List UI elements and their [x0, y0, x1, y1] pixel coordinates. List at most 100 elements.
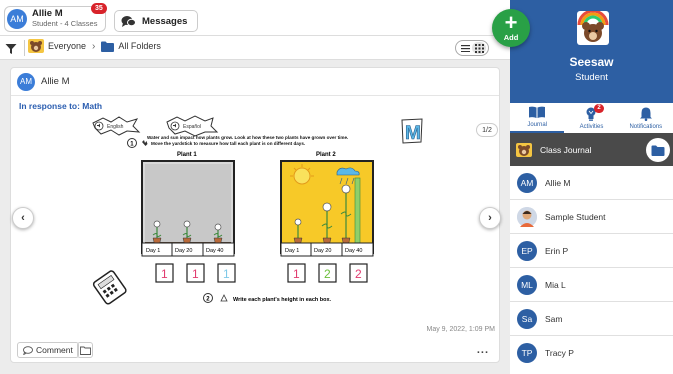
breadcrumb-separator: ›	[92, 40, 96, 52]
divider	[24, 40, 25, 56]
activities-badge: 2	[594, 104, 604, 113]
app-name: Seesaw	[569, 55, 614, 69]
plus-icon: +	[504, 10, 518, 35]
prev-page-button[interactable]: ‹	[12, 207, 34, 229]
sidebar: Seesaw Student Journal Activities 2 Noti…	[510, 0, 673, 374]
plant1-answer3: 1	[223, 267, 230, 281]
english-label: English	[107, 124, 124, 130]
add-button[interactable]: + Add	[492, 9, 530, 47]
messages-button[interactable]: Messages	[114, 10, 199, 32]
plant2-answer2: 2	[324, 267, 331, 281]
hand-icon	[142, 140, 148, 146]
class-selector[interactable]: Class Journal	[510, 133, 673, 166]
student-avatar: Sa	[517, 308, 537, 329]
plant2-answer1: 1	[293, 267, 300, 281]
student-row[interactable]: EP Erin P	[510, 234, 673, 268]
more-options-button[interactable]: ...	[477, 344, 489, 356]
rainbow-bear-logo	[577, 11, 609, 45]
student-row[interactable]: Sample Student	[510, 200, 673, 234]
list-view-icon[interactable]	[458, 42, 472, 54]
post-image[interactable]: English Español M 1 Water and sun impact…	[15, 114, 497, 324]
plant1-answer-boxes: 1 1 1	[155, 263, 236, 283]
comment-button[interactable]: Comment	[17, 342, 79, 358]
instruction-line1: Water and sun impact how plants grow. Lo…	[147, 135, 348, 140]
breadcrumb-all-folders[interactable]: All Folders	[118, 41, 161, 51]
plant2-answer-boxes: 1 2 2	[287, 263, 368, 283]
student-row[interactable]: Sa Sam	[510, 302, 673, 336]
filter-bar: Everyone › All Folders	[0, 36, 510, 60]
bell-icon	[639, 107, 652, 121]
plant1-day20: Day 20	[175, 248, 192, 254]
plant1-day1: Day 1	[146, 248, 160, 254]
calculator-icon	[92, 270, 127, 305]
post-author[interactable]: Allie M	[41, 76, 70, 87]
messages-label: Messages	[142, 15, 188, 27]
student-name: Tracy P	[545, 348, 574, 358]
view-toggle[interactable]	[455, 40, 489, 56]
class-folder-button[interactable]	[646, 138, 670, 162]
filter-icon[interactable]	[5, 42, 17, 60]
tab-activities[interactable]: Activities 2	[564, 103, 618, 133]
plant1-panel: Day 1 Day 20 Day 40	[141, 160, 235, 257]
class-name: Class Journal	[540, 144, 592, 155]
post-header: AM Allie M	[11, 68, 499, 96]
instruction-line2: Move the yardstick to measure how tall e…	[151, 141, 305, 146]
user-switcher[interactable]: AM Allie M Student - 4 Classes 35	[4, 3, 107, 32]
student-row[interactable]: TP Tracy P	[510, 336, 673, 370]
sidebar-header: Seesaw Student	[510, 0, 673, 103]
user-subtitle: Student - 4 Classes	[32, 19, 98, 28]
book-icon	[529, 105, 546, 119]
student-row[interactable]: ML Mia L	[510, 268, 673, 302]
top-bar: AM Allie M Student - 4 Classes 35 Messag…	[0, 0, 510, 36]
student-photo-avatar	[517, 206, 537, 227]
tab-journal-label: Journal	[527, 122, 547, 128]
plant2-panel: Day 1 Day 20 Day 40	[280, 160, 374, 257]
add-to-folder-button[interactable]	[77, 342, 93, 358]
grid-view-icon[interactable]	[472, 42, 486, 54]
plant1-answer2: 1	[192, 267, 199, 281]
sidebar-nav: Journal Activities 2 Notifications	[510, 103, 673, 133]
plant2-title: Plant 2	[316, 152, 336, 158]
in-response-link[interactable]: In response to: Math	[19, 101, 102, 111]
tab-notifications[interactable]: Notifications	[619, 103, 673, 133]
plant2-day1: Day 1	[285, 248, 299, 254]
student-name: Erin P	[545, 245, 569, 256]
instruction2: Write each plant's height in each box.	[233, 297, 332, 303]
rainbow-bear-icon	[28, 39, 44, 53]
plant2-answer3: 2	[355, 267, 362, 281]
pencil-icon	[220, 294, 228, 302]
tab-journal[interactable]: Journal	[510, 103, 565, 133]
user-name: Allie M	[32, 8, 63, 19]
class-rainbow-icon	[516, 142, 532, 157]
breadcrumb-everyone[interactable]: Everyone	[48, 41, 86, 51]
student-name: Mia L	[545, 279, 566, 290]
student-name: Allie M	[545, 177, 571, 188]
post-author-avatar[interactable]: AM	[17, 72, 35, 91]
english-audio-button[interactable]: English	[92, 116, 141, 136]
user-role: Student	[575, 72, 608, 83]
chat-bubbles-icon	[121, 15, 136, 28]
student-avatar: EP	[517, 240, 537, 261]
plant1-title: Plant 1	[177, 152, 197, 158]
student-list: AM Allie M Sample Student EP Erin P ML M…	[510, 166, 673, 370]
student-name: Sample Student	[545, 211, 606, 222]
user-avatar: AM	[7, 9, 27, 29]
student-avatar: TP	[517, 343, 537, 363]
plant1-day40: Day 40	[206, 248, 223, 254]
user-info: Allie M Student - 4 Classes	[32, 9, 97, 29]
spanish-label: Español	[183, 124, 201, 130]
plant1-answer1: 1	[161, 267, 168, 281]
next-page-button[interactable]: ›	[479, 207, 501, 229]
post-card: AM Allie M In response to: Math English …	[10, 67, 501, 363]
add-label: Add	[503, 33, 519, 42]
student-row[interactable]: AM Allie M	[510, 166, 673, 200]
student-avatar: AM	[517, 172, 537, 193]
page-counter: 1/2	[476, 123, 498, 137]
folder-outline-icon	[79, 346, 91, 355]
logo-letter: M	[405, 123, 421, 144]
plant2-day20: Day 20	[314, 248, 331, 254]
tab-notifications-label: Notifications	[629, 124, 663, 130]
plant2-day40: Day 40	[345, 248, 362, 254]
spanish-audio-button[interactable]: Español	[166, 115, 219, 137]
student-avatar: ML	[517, 274, 537, 295]
